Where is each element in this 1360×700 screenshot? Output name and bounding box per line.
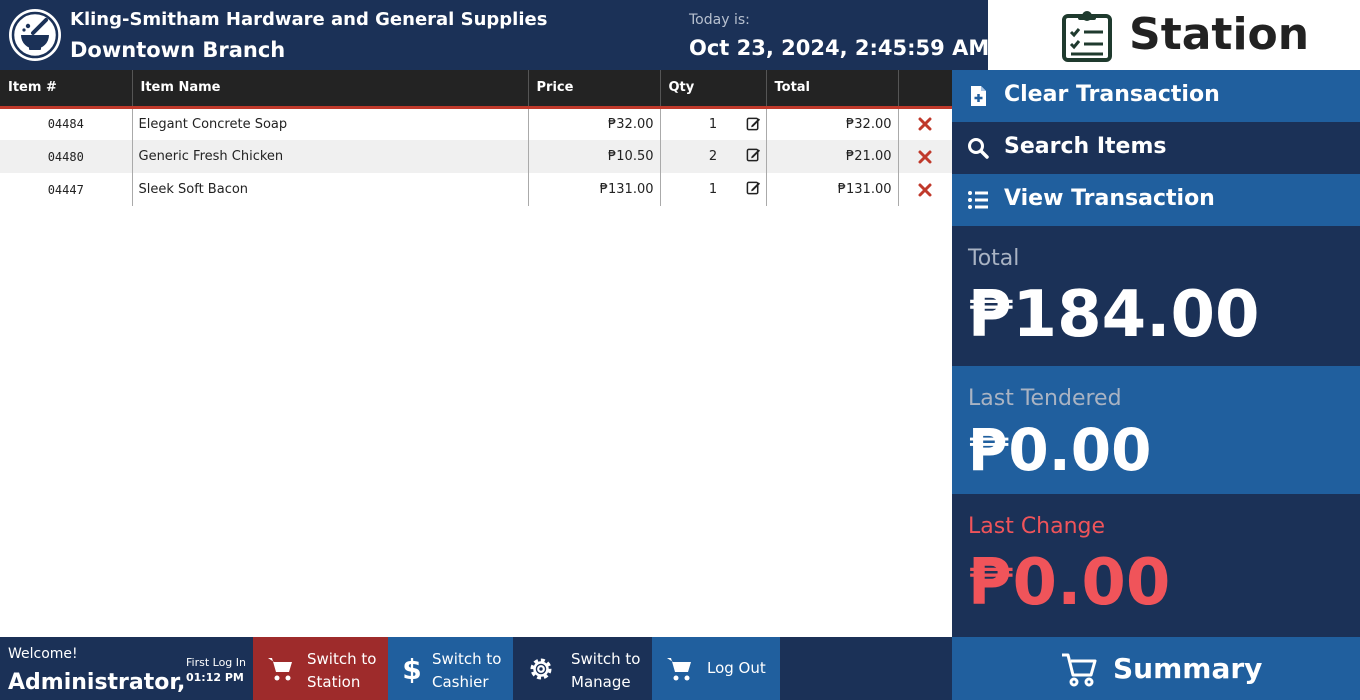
summary-button[interactable]: Summary (952, 637, 1360, 700)
item-price: ₱10.50 (528, 140, 661, 173)
mortar-pestle-icon (9, 9, 61, 61)
column-header-price: Price (528, 70, 661, 109)
station-title-box: Station (988, 0, 1360, 70)
search-items-label: Search Items (1004, 134, 1167, 159)
table-header-row: Item # Item Name Price Qty Total (0, 70, 952, 109)
search-items-button[interactable]: Search Items (952, 122, 1360, 174)
last-tendered-block: Last Tendered ₱0.00 (952, 366, 1360, 494)
table-row: 04484 Elegant Concrete Soap ₱32.00 1 ₱32… (0, 107, 952, 140)
cart-icon (1062, 653, 1097, 687)
log-out-button[interactable]: Log Out (652, 637, 780, 700)
summary-label: Summary (1113, 652, 1263, 685)
first-login-label: First Log In (186, 656, 247, 669)
item-total: ₱21.00 (766, 140, 899, 173)
list-icon (968, 191, 988, 209)
delete-x-icon[interactable] (917, 149, 933, 165)
today-label: Today is: (689, 12, 750, 28)
total-block: Total ₱184.00 (952, 226, 1360, 366)
user-name: Administrator, (8, 670, 186, 695)
label-line: Switch to (307, 650, 377, 668)
last-change-block: Last Change ₱0.00 (952, 494, 1360, 637)
clipboard-checklist-icon (1062, 11, 1112, 62)
view-transaction-button[interactable]: View Transaction (952, 174, 1360, 226)
item-price: ₱32.00 (528, 107, 661, 140)
item-number: 04480 (0, 140, 133, 173)
file-plus-icon (971, 86, 986, 106)
delete-x-icon[interactable] (917, 116, 933, 132)
column-header-item-num: Item # (0, 70, 133, 109)
branch-name: Downtown Branch (70, 38, 286, 62)
item-name: Generic Fresh Chicken (132, 140, 529, 173)
cart-icon (667, 658, 691, 681)
item-name: Sleek Soft Bacon (132, 173, 529, 206)
label-line: Switch to (571, 650, 641, 668)
transaction-table: Item # Item Name Price Qty Total 04484 E… (0, 70, 952, 637)
footer-bar: Welcome! Administrator, First Log In 01:… (0, 637, 952, 700)
item-total: ₱32.00 (766, 107, 899, 140)
item-qty-cell: 2 (660, 140, 767, 173)
right-panel: Clear Transaction Search Items View Tran… (952, 70, 1360, 700)
column-header-total: Total (766, 70, 899, 109)
welcome-label: Welcome! (8, 646, 78, 662)
delete-cell (898, 173, 952, 206)
first-login-time: 01:12 PM (186, 671, 244, 684)
item-number: 04484 (0, 107, 133, 140)
delete-cell (898, 107, 952, 140)
view-transaction-label: View Transaction (1004, 186, 1215, 211)
switch-to-station-button[interactable]: Switch to Station (253, 637, 388, 700)
delete-x-icon[interactable] (917, 182, 933, 198)
switch-to-cashier-button[interactable]: $ Switch to Cashier (388, 637, 513, 700)
last-change-value: ₱0.00 (968, 546, 1171, 620)
svg-text:$: $ (402, 655, 421, 683)
column-header-qty: Qty (660, 70, 767, 109)
item-number: 04447 (0, 173, 133, 206)
cart-icon (268, 658, 292, 681)
edit-qty-icon[interactable] (746, 116, 761, 131)
last-tendered-label: Last Tendered (968, 386, 1122, 411)
search-icon (968, 138, 989, 159)
pos-station-screen: Kling-Smitham Hardware and General Suppl… (0, 0, 1360, 700)
item-qty: 1 (708, 116, 718, 132)
item-qty: 1 (708, 182, 718, 197)
label-line: Switch to (432, 650, 502, 668)
header-bar: Kling-Smitham Hardware and General Suppl… (0, 0, 990, 70)
edit-qty-icon[interactable] (746, 180, 761, 195)
item-qty: 2 (708, 149, 718, 164)
column-header-item-name: Item Name (132, 70, 529, 109)
delete-cell (898, 140, 952, 173)
clear-transaction-label: Clear Transaction (1004, 82, 1220, 107)
last-tendered-value: ₱0.00 (968, 416, 1152, 484)
last-change-label: Last Change (968, 514, 1106, 539)
total-label: Total (968, 246, 1020, 271)
switch-to-manage-button[interactable]: Switch to Manage (513, 637, 652, 700)
gear-icon (530, 658, 552, 680)
switch-to-station-label: Switch to Station (307, 648, 376, 694)
station-title: Station (1129, 9, 1310, 60)
item-qty-cell: 1 (660, 173, 767, 206)
clear-transaction-button[interactable]: Clear Transaction (952, 70, 1360, 122)
table-row: 04480 Generic Fresh Chicken ₱10.50 2 ₱21… (0, 140, 952, 173)
dollar-icon: $ (402, 655, 421, 683)
edit-qty-icon[interactable] (746, 147, 761, 162)
label-line: Manage (571, 673, 631, 691)
column-header-actions (898, 70, 952, 109)
log-out-label: Log Out (707, 659, 766, 677)
current-datetime: Oct 23, 2024, 2:45:59 AM (689, 36, 990, 60)
item-total: ₱131.00 (766, 173, 899, 206)
item-price: ₱131.00 (528, 173, 661, 206)
label-line: Cashier (432, 673, 489, 691)
switch-to-manage-label: Switch to Manage (571, 648, 640, 694)
item-name: Elegant Concrete Soap (132, 107, 529, 140)
label-line: Station (307, 673, 361, 691)
switch-to-cashier-label: Switch to Cashier (432, 648, 501, 694)
item-qty-cell: 1 (660, 107, 767, 140)
total-value: ₱184.00 (968, 278, 1260, 352)
store-name: Kling-Smitham Hardware and General Suppl… (70, 9, 548, 30)
table-row: 04447 Sleek Soft Bacon ₱131.00 1 ₱131.00 (0, 173, 952, 206)
